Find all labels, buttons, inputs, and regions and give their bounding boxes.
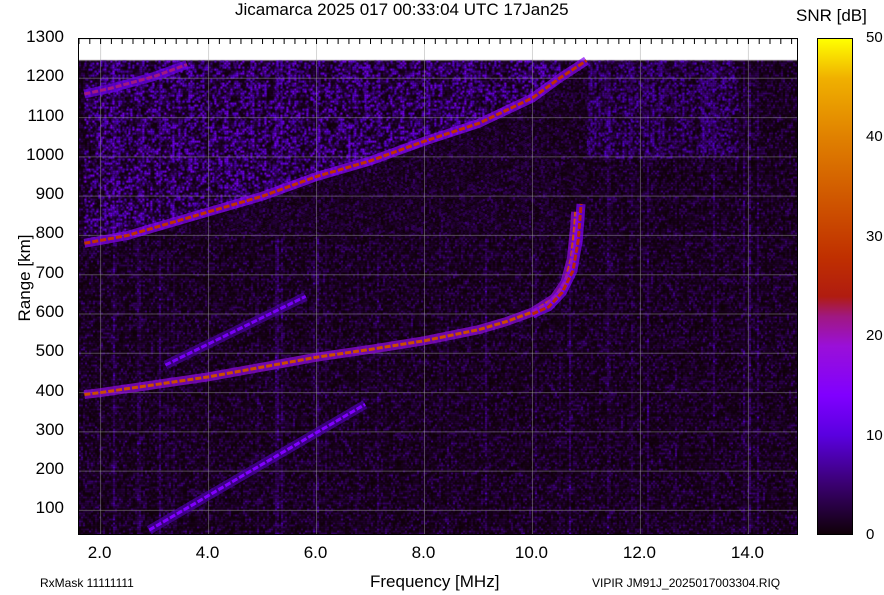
colorbar-tick-label: 20 (866, 327, 883, 345)
colorbar-label: SNR [dB] (796, 6, 867, 25)
x-tick-label: 6.0 (303, 543, 328, 562)
trace-f-layer-o-trace (84, 211, 578, 397)
trace-glow (83, 211, 581, 400)
y-tick-label: 900 (35, 184, 64, 204)
x-tick-label: 10.0 (514, 543, 549, 562)
colorbar-tick-label: 50 (866, 29, 883, 46)
colorbar-tick-label: 10 (866, 426, 883, 444)
colorbar-tick-label: 30 (866, 227, 883, 245)
trace-interference-diagonal-1 (148, 403, 366, 532)
x-tick-label: 2.0 (87, 543, 112, 562)
chart-title: Jicamarca 2025 017 00:33:04 UTC 17Jan25 (235, 0, 569, 19)
rxmask-label: RxMask 11111111 (40, 576, 134, 590)
y-tick-label: 300 (35, 419, 64, 439)
y-tick-label: 500 (35, 341, 64, 361)
trace-glow (83, 56, 589, 248)
x-tick-label: 8.0 (411, 543, 436, 562)
y-axis-label: Range [km] (15, 234, 34, 322)
ionogram-plot (78, 38, 798, 535)
x-tick-label: 12.0 (622, 543, 656, 562)
trace-second-hop-trace (84, 59, 588, 245)
colorbar (817, 38, 853, 535)
file-label: VIPIR JM91J_2025017003304.RIQ (592, 576, 781, 590)
y-tick-label: 200 (35, 459, 64, 479)
y-tick-label: 1300 (26, 27, 64, 46)
x-axis-label: Frequency [MHz] (370, 572, 500, 591)
colorbar-tick-label: 40 (866, 128, 883, 146)
x-tick-label: 4.0 (195, 543, 220, 562)
y-tick-label: 1100 (27, 105, 64, 125)
x-tick-label: 14.0 (730, 543, 764, 562)
plot-overlay (79, 39, 797, 534)
y-tick-label: 1200 (26, 66, 64, 86)
colorbar-tick-label: 0 (866, 526, 875, 543)
y-tick-label: 1000 (26, 144, 64, 164)
y-tick-label: 400 (35, 380, 64, 400)
y-tick-label: 100 (35, 498, 64, 518)
